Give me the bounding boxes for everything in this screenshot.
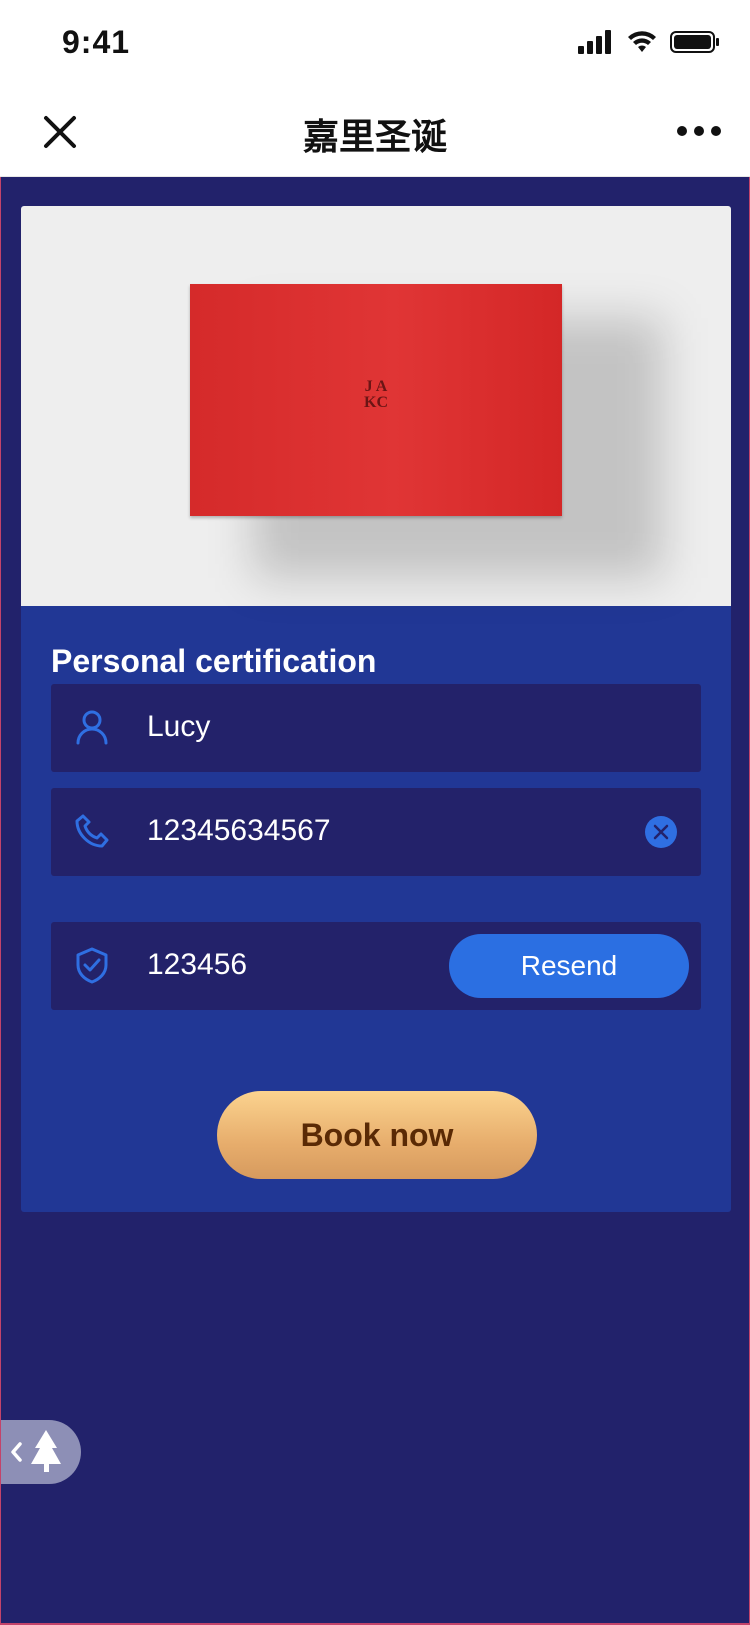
wifi-icon: [628, 31, 656, 52]
signal-icon: [578, 30, 611, 54]
code-value: 123456: [147, 948, 248, 981]
gift-box: J A KC: [190, 284, 562, 516]
section-title: Personal certification: [51, 643, 377, 679]
certification-card: J A KC Personal certification Lucy 12345…: [21, 206, 731, 1212]
user-icon: [76, 710, 108, 745]
page-title: 嘉里圣诞: [302, 116, 447, 157]
status-bar: 9:41: [0, 0, 750, 88]
phone-field[interactable]: 12345634567: [51, 788, 701, 876]
shield-check-icon: [76, 947, 108, 984]
status-time: 9:41: [62, 24, 131, 60]
status-icons: [578, 30, 720, 54]
main-content: J A KC Personal certification Lucy 12345…: [0, 177, 750, 1625]
floating-back-button[interactable]: [1, 1420, 81, 1484]
phone-value: 12345634567: [147, 814, 331, 847]
product-image: J A KC: [21, 206, 731, 606]
resend-button[interactable]: Resend: [449, 934, 689, 998]
phone-icon: [75, 814, 109, 848]
clear-icon: [653, 824, 669, 840]
verification-code-field[interactable]: 123456 Resend: [51, 922, 701, 1010]
nav-bar: 嘉里圣诞: [0, 88, 750, 177]
brand-logo: J A KC: [190, 379, 562, 411]
logo-line-2: KC: [364, 394, 388, 411]
book-now-button[interactable]: Book now: [217, 1091, 537, 1179]
logo-line-1: J A: [364, 378, 388, 395]
more-icon[interactable]: [676, 118, 722, 144]
name-field[interactable]: Lucy: [51, 684, 701, 772]
back-tree-icon: [11, 1430, 61, 1472]
name-value: Lucy: [147, 710, 211, 743]
clear-phone-button[interactable]: [645, 816, 677, 848]
battery-icon: [670, 31, 719, 53]
